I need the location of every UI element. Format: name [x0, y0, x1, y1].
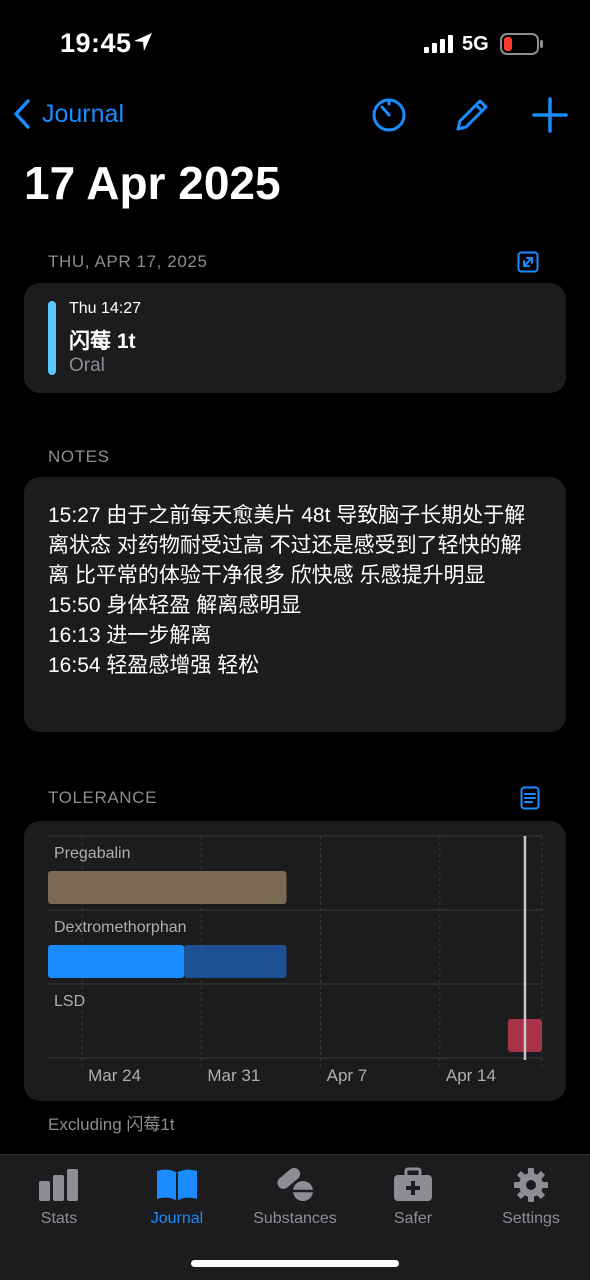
edit-pencil-button[interactable]	[452, 95, 492, 135]
expand-icon[interactable]	[517, 251, 539, 273]
timer-button[interactable]	[369, 95, 409, 135]
x-tick-label: Mar 31	[207, 1066, 260, 1085]
ingestion-substance: 闪莓 1t	[69, 330, 136, 353]
tab-safer-label: Safer	[393, 1210, 433, 1227]
cellular-signal-icon	[424, 35, 453, 53]
tolerance-bar	[48, 871, 287, 904]
battery-icon	[500, 33, 543, 55]
tab-stats[interactable]: Stats	[0, 1155, 118, 1235]
back-button[interactable]: Journal	[12, 96, 124, 132]
status-time: 19:45	[60, 28, 132, 58]
notes-text: 15:27 由于之前每天愈美片 48t 导致脑子长期处于解离状态 对药物耐受过高…	[48, 504, 526, 677]
tolerance-chart: Pregabalin Dextromethorphan LSD Mar 24 Mar 3…	[48, 835, 543, 1085]
tolerance-bar	[184, 945, 287, 978]
bar-chart-icon	[39, 1169, 78, 1201]
tolerance-header: TOLERANCE	[48, 788, 158, 807]
tab-settings-label: Settings	[502, 1210, 560, 1227]
tab-substances[interactable]: Substances	[236, 1155, 354, 1235]
tolerance-bar	[48, 945, 185, 978]
add-button[interactable]	[530, 95, 570, 135]
document-icon[interactable]	[520, 786, 540, 810]
x-tick-label: Apr 14	[446, 1066, 496, 1085]
page-title: 17 Apr 2025	[24, 157, 281, 209]
x-tick-label: Mar 24	[88, 1066, 141, 1085]
tab-stats-label: Stats	[40, 1210, 78, 1227]
tab-journal[interactable]: Journal	[118, 1155, 236, 1235]
ingestion-time: Thu 14:27	[69, 300, 142, 317]
x-tick-label: Apr 7	[327, 1066, 368, 1085]
series-label: LSD	[54, 993, 85, 1010]
notes-header: NOTES	[48, 447, 110, 466]
back-label: Journal	[42, 99, 124, 128]
series-label: Pregabalin	[54, 845, 131, 862]
ingestion-route: Oral	[69, 355, 105, 376]
notes-card[interactable]: 15:27 由于之前每天愈美片 48t 导致脑子长期处于解离状态 对药物耐受过高…	[24, 477, 566, 732]
medical-kit-icon	[394, 1167, 432, 1201]
ingestion-date-header: THU, APR 17, 2025	[48, 252, 208, 271]
tolerance-chart-card: Pregabalin Dextromethorphan LSD Mar 24 Mar 3…	[24, 821, 566, 1101]
tab-substances-label: Substances	[253, 1210, 337, 1227]
tab-journal-label: Journal	[150, 1210, 204, 1227]
series-label: Dextromethorphan	[54, 919, 187, 936]
ingestion-card[interactable]: Thu 14:27 闪莓 1t Oral	[24, 283, 566, 393]
tab-settings[interactable]: Settings	[472, 1155, 590, 1235]
tolerance-footnote: Excluding 闪莓1t	[48, 1115, 175, 1134]
tab-safer[interactable]: Safer	[354, 1155, 472, 1235]
chevron-left-icon	[14, 99, 30, 129]
home-indicator	[191, 1260, 399, 1267]
location-arrow-icon	[134, 33, 152, 51]
network-type: 5G	[462, 33, 489, 55]
status-bar: 19:45 5G	[0, 0, 590, 90]
ingestion-color-bar	[48, 301, 56, 375]
book-icon	[157, 1169, 197, 1201]
gear-icon	[514, 1168, 548, 1202]
pills-icon	[277, 1167, 313, 1201]
